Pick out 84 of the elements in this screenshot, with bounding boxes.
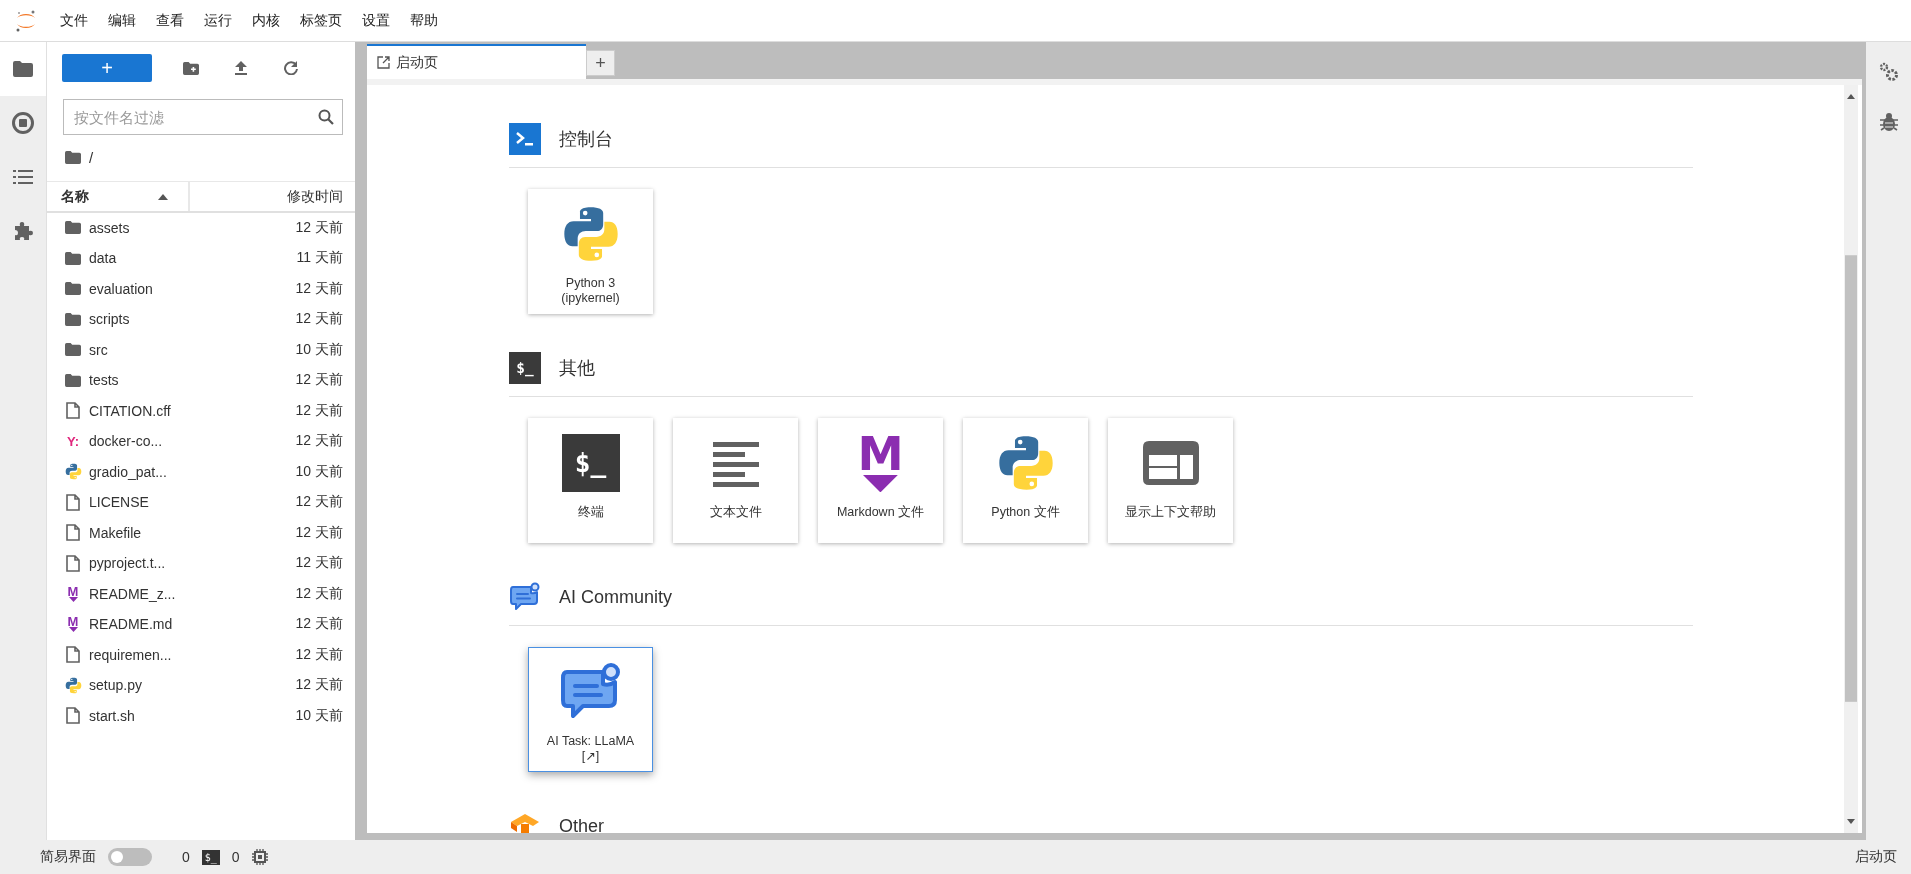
launcher-card[interactable]: 文本文件 xyxy=(673,418,798,543)
bug-icon[interactable] xyxy=(1879,112,1898,132)
chat-icon xyxy=(509,581,541,613)
simple-mode-toggle[interactable] xyxy=(108,848,152,866)
folder-icon xyxy=(65,221,81,234)
python-icon xyxy=(561,205,620,263)
menu-item[interactable]: 编辑 xyxy=(98,11,146,30)
file-row[interactable]: Y: docker-co... 12 天前 xyxy=(47,428,355,454)
file-icon xyxy=(66,402,80,419)
file-row[interactable]: gradio_pat... 10 天前 xyxy=(47,459,355,484)
filter-field[interactable]: 按文件名过滤 xyxy=(63,99,343,135)
menu-item[interactable]: 设置 xyxy=(352,11,400,30)
stop-icon xyxy=(12,112,34,134)
launcher-card[interactable]: Python 3 (ipykernel) xyxy=(528,189,653,314)
python-icon xyxy=(64,676,82,694)
column-header[interactable]: 名称 xyxy=(47,182,190,211)
kernel-count[interactable]: 0 xyxy=(182,849,190,865)
menu-item[interactable]: 帮助 xyxy=(400,11,448,30)
file-row[interactable]: scripts 12 天前 xyxy=(47,306,355,332)
menu-item[interactable]: 查看 xyxy=(146,11,194,30)
folder-icon xyxy=(65,373,81,387)
sidebar-tab[interactable] xyxy=(0,42,46,96)
yaml-icon: Y: xyxy=(66,433,79,449)
file-row[interactable]: pyproject.t... 12 天前 xyxy=(47,550,355,576)
refresh-icon xyxy=(284,61,298,75)
search-icon xyxy=(318,109,334,125)
menu-item[interactable]: 内核 xyxy=(242,11,290,30)
terminal-icon: $_ xyxy=(201,849,220,865)
terminal-icon: $_ xyxy=(509,352,541,384)
file-row[interactable]: evaluation 12 天前 xyxy=(47,276,355,301)
new-launcher-button[interactable]: + xyxy=(62,54,152,82)
breadcrumb[interactable]: / xyxy=(89,148,94,166)
file-row[interactable]: M README_z... 12 天前 xyxy=(47,581,355,606)
column-header[interactable]: 修改时间 xyxy=(190,182,355,211)
file-icon xyxy=(66,646,80,663)
console-icon xyxy=(509,123,541,155)
file-row[interactable]: tests 12 天前 xyxy=(47,367,355,393)
folder-icon xyxy=(65,343,81,356)
status-label: 简易界面 xyxy=(40,848,96,866)
add-tab-button[interactable]: + xyxy=(586,50,615,76)
file-row[interactable]: LICENSE 12 天前 xyxy=(47,489,355,515)
launcher-card[interactable]: $_ 终端 xyxy=(528,418,653,543)
file-icon xyxy=(66,707,80,724)
launcher-card[interactable]: 显示上下文帮助 xyxy=(1108,418,1233,543)
list-icon xyxy=(13,169,33,185)
section-title: AI Community xyxy=(559,586,673,608)
section-title: 其他 xyxy=(559,357,595,380)
launcher-card[interactable]: M Markdown 文件 xyxy=(818,418,943,543)
menu-item[interactable]: 标签页 xyxy=(290,11,352,30)
file-row[interactable]: CITATION.cff 12 天前 xyxy=(47,398,355,423)
file-row[interactable]: src 10 天前 xyxy=(47,337,355,362)
file-row[interactable]: requiremen... 12 天前 xyxy=(47,642,355,667)
python-icon xyxy=(64,463,82,480)
chip-icon[interactable] xyxy=(251,849,268,865)
upload-icon xyxy=(235,61,247,75)
file-row[interactable]: assets 12 天前 xyxy=(47,215,355,240)
file-icon xyxy=(66,554,80,572)
terminal-count[interactable]: 0 xyxy=(231,849,240,865)
folder-icon xyxy=(65,251,81,265)
status-text: 启动页 xyxy=(1855,848,1897,866)
puzzle-icon xyxy=(13,221,33,241)
file-row[interactable]: setup.py 12 天前 xyxy=(47,672,355,698)
section-title: Other xyxy=(559,815,605,833)
launcher-card[interactable]: Python 文件 xyxy=(963,418,1088,543)
folder-icon xyxy=(13,61,33,77)
launcher-card[interactable]: AI Task: LLaMA [↗] xyxy=(528,647,653,772)
terminal-icon: $_ xyxy=(561,434,620,492)
menu-item[interactable]: 文件 xyxy=(50,11,98,30)
folder-icon[interactable] xyxy=(65,150,81,164)
launch-icon xyxy=(377,56,390,69)
file-icon xyxy=(66,524,80,541)
launcher-tab[interactable]: 启动页 xyxy=(367,44,586,79)
folder-icon xyxy=(65,282,81,295)
file-row[interactable]: data 11 天前 xyxy=(47,245,355,271)
file-row[interactable]: M README.md 12 天前 xyxy=(47,611,355,637)
file-icon xyxy=(66,493,80,511)
file-row[interactable]: start.sh 10 天前 xyxy=(47,703,355,728)
file-row[interactable]: Makefile 12 天前 xyxy=(47,520,355,545)
panel-icon xyxy=(1142,441,1199,485)
section-title: 控制台 xyxy=(559,128,613,151)
folder-icon xyxy=(65,312,81,326)
menu-item[interactable]: 运行 xyxy=(194,11,242,30)
new-folder-icon xyxy=(183,61,199,75)
python-icon xyxy=(996,434,1055,492)
